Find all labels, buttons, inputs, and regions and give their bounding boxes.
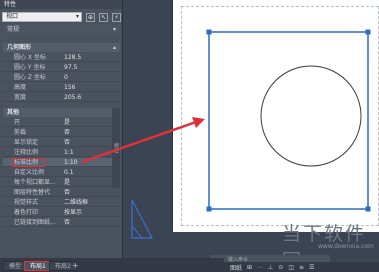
property-value[interactable]: 205.6	[64, 93, 81, 102]
chevron-down-icon: ▾	[112, 26, 116, 33]
property-value[interactable]: 1:1	[64, 148, 74, 157]
section-misc-label: 其他	[7, 109, 20, 116]
property-row[interactable]: 图层特性替代 否	[3, 188, 120, 197]
property-label: 每个视口都显...	[14, 179, 56, 186]
section-misc[interactable]: 其他 ▴	[3, 108, 120, 117]
property-value[interactable]: 是	[64, 178, 70, 187]
status-bar: 图纸 ⊞ ⋯ ⊥ ⊙ ◫ ≡ ☰	[224, 262, 379, 272]
section-geometry[interactable]: 几何图形 ▴	[3, 43, 120, 52]
property-label: 视觉样式	[14, 199, 39, 206]
palette-title: 特性	[0, 0, 122, 9]
property-row[interactable]: 宽度 205.6	[3, 93, 120, 102]
property-label: 剪裁	[14, 129, 27, 136]
layout-tabs: 模型 布局1 布局2 +	[0, 258, 224, 272]
object-type-value: 视口	[6, 13, 19, 20]
ortho-icon[interactable]: ⊥	[268, 264, 273, 271]
object-type-select[interactable]: 视口 ▾	[2, 12, 82, 22]
property-label: 显示锁定	[14, 139, 39, 146]
property-label: 注释比例	[14, 149, 39, 156]
property-label: 着色打印	[14, 209, 39, 216]
property-value[interactable]: 否	[64, 128, 70, 137]
lineweight-icon[interactable]: ≡	[299, 264, 304, 271]
property-row[interactable]: 圆心 Z 坐标 0	[3, 73, 120, 82]
property-value[interactable]: 否	[64, 138, 70, 147]
property-value[interactable]: 否	[64, 188, 70, 197]
paper-space-toggle[interactable]: 图纸	[230, 263, 242, 272]
toggle-pickadd-icon[interactable]: ⊕	[86, 12, 95, 22]
property-row[interactable]: 圆心 Y 坐标 97.5	[3, 63, 120, 72]
polar-icon[interactable]: ⊙	[278, 264, 283, 271]
property-label: 圆心 Y 坐标	[14, 64, 46, 71]
properties-palette: 特性 视口 ▾ ⊕ ↖ ⚡ 常规 ▾ 几何图形 ▴ 圆心 X 坐标 128.5 圆心…	[0, 0, 123, 258]
chevron-up-icon: ▴	[112, 44, 116, 51]
property-row[interactable]: 高度 156	[3, 83, 120, 92]
property-label: 自定义比例	[14, 169, 45, 176]
property-value[interactable]: 二维线框	[64, 198, 88, 207]
property-row[interactable]: 已链接到图纸... 否	[3, 218, 120, 227]
chevron-down-icon: ▾	[75, 13, 79, 20]
palette-side-tab[interactable]: 特性	[112, 108, 120, 188]
property-row[interactable]: 着色打印 按显示	[3, 208, 120, 217]
property-value[interactable]: 128.5	[64, 53, 81, 62]
property-row[interactable]: 自定义比例 0.1	[3, 168, 120, 177]
watermark-url: www.downxia.com	[318, 243, 374, 250]
property-value[interactable]: 0	[64, 73, 68, 82]
snap-icon[interactable]: ⋯	[257, 264, 263, 271]
property-row[interactable]: 每个视口都显... 是	[3, 178, 120, 187]
property-row[interactable]: 圆心 X 坐标 128.5	[3, 53, 120, 62]
property-value[interactable]: 按显示	[64, 208, 82, 217]
property-row[interactable]: 注释比例 1:1	[3, 148, 120, 157]
property-value[interactable]: 97.5	[64, 63, 77, 72]
standard-scale-highlight	[12, 158, 45, 167]
property-value[interactable]: 0.1	[64, 168, 74, 177]
section-geometry-label: 几何图形	[7, 44, 32, 51]
grid-icon[interactable]: ⊞	[247, 264, 252, 271]
property-row[interactable]: 开是	[3, 118, 120, 127]
property-label: 开	[14, 119, 21, 126]
property-value[interactable]: 156	[64, 83, 75, 92]
selection-row: 视口 ▾ ⊕ ↖ ⚡	[2, 12, 121, 22]
section-general-label: 常规	[7, 26, 20, 33]
customize-icon[interactable]: ☰	[309, 264, 314, 271]
printable-area-border	[181, 6, 379, 226]
property-label: 高度	[14, 84, 27, 91]
property-label: 圆心 Z 坐标	[14, 74, 46, 81]
osnap-icon[interactable]: ◫	[288, 264, 294, 271]
property-label: 宽度	[14, 94, 27, 101]
add-layout-button[interactable]: +	[72, 261, 79, 271]
quick-select-icon[interactable]: ⚡	[112, 12, 121, 22]
property-row[interactable]: 视觉样式 二维线框	[3, 198, 120, 207]
property-value[interactable]: 是	[64, 118, 70, 127]
property-label: 圆心 X 坐标	[14, 54, 46, 61]
property-row[interactable]: 显示锁定 否	[3, 138, 120, 147]
property-row[interactable]: 剪裁 否	[3, 128, 120, 137]
property-value[interactable]: 否	[64, 218, 70, 227]
select-objects-icon[interactable]: ↖	[99, 12, 108, 22]
tab-layout1[interactable]: 布局1	[24, 261, 52, 271]
property-label: 图层特性替代	[14, 189, 51, 196]
property-value[interactable]: 1:10	[64, 158, 77, 167]
property-label: 已链接到图纸...	[14, 219, 56, 226]
section-general[interactable]: 常规 ▾	[3, 25, 120, 34]
